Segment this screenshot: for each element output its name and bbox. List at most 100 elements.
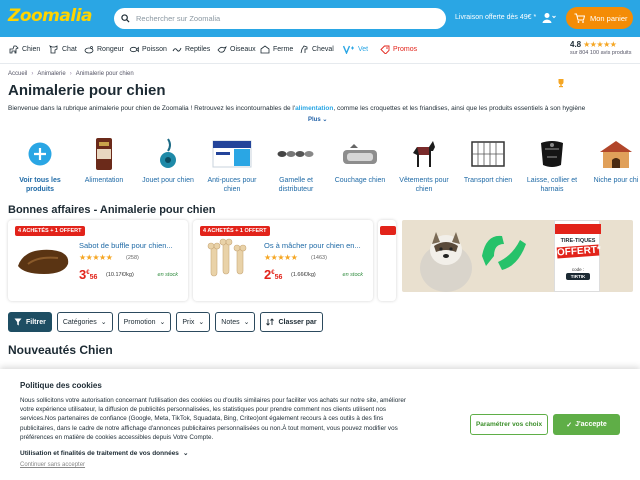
category-label: Alimentation bbox=[84, 177, 124, 184]
nav-label: Chat bbox=[62, 46, 77, 53]
breadcrumb-item[interactable]: Accueil bbox=[8, 71, 27, 77]
promotion-dropdown[interactable]: Promotion ⌄ bbox=[117, 312, 172, 332]
filter-button[interactable]: Filtrer bbox=[8, 312, 52, 332]
site-rating[interactable]: 4.8 ★★★★★ sur 804 100 avis produits bbox=[556, 40, 640, 56]
dog-toy-image bbox=[160, 138, 176, 168]
category-vetements[interactable]: Vêtements pour chien bbox=[395, 136, 453, 194]
nav-item-chat[interactable]: Chat bbox=[49, 45, 77, 54]
chevron-down-icon: ⌄ bbox=[198, 319, 205, 326]
category-couchage[interactable]: Couchage chien bbox=[331, 136, 389, 185]
deal-stars: ★★★★★ bbox=[79, 253, 113, 262]
breadcrumb-separator: › bbox=[31, 71, 34, 77]
kibble-bag-image bbox=[96, 138, 112, 170]
category-label: Vêtements pour chien bbox=[399, 177, 449, 193]
category-transport[interactable]: Transport chien bbox=[459, 136, 517, 185]
category-gamelle[interactable]: Gamelle et distributeur bbox=[267, 136, 325, 194]
deals-title: Bonnes affaires - Animalerie pour chien bbox=[8, 204, 216, 216]
nav-item-oiseaux[interactable]: Oiseaux bbox=[217, 45, 256, 54]
deal-stars: ★★★★★ bbox=[264, 253, 298, 262]
nav-label: Vet bbox=[358, 46, 369, 53]
category-all-products[interactable]: Voir tous les produits bbox=[11, 136, 69, 194]
category-alimentation[interactable]: Alimentation bbox=[75, 136, 133, 185]
deal-card[interactable]: 4 ACHETÉS + 1 OFFERT Sabot de buffle pou… bbox=[8, 220, 188, 301]
new-products-title: Nouveautés Chien bbox=[8, 343, 113, 357]
category-niche[interactable]: Niche pour chi bbox=[587, 136, 640, 185]
intro-link[interactable]: alimentation bbox=[295, 105, 333, 112]
user-icon[interactable] bbox=[542, 12, 556, 24]
nav-item-ferme[interactable]: Ferme bbox=[260, 45, 293, 54]
cookie-title: Politique des cookies bbox=[20, 381, 102, 390]
cookie-text: Nous sollicitons votre autorisation conc… bbox=[20, 397, 406, 441]
category-laisse[interactable]: Laisse, collier et harnais bbox=[523, 136, 581, 194]
nav-item-vet[interactable]: Vet bbox=[342, 45, 369, 55]
deal-product-name[interactable]: Sabot de buffle pour chien... bbox=[79, 241, 173, 250]
plus-circle-icon bbox=[28, 142, 52, 166]
chevron-down-icon: ⌄ bbox=[182, 450, 189, 457]
category-label: Voir tous les produits bbox=[19, 177, 61, 193]
cart-button[interactable]: Mon panier bbox=[566, 7, 633, 29]
nav-label: Oiseaux bbox=[230, 46, 256, 53]
category-label: Niche pour chi bbox=[593, 177, 639, 184]
filter-icon bbox=[14, 318, 22, 326]
accept-label: J'accepte bbox=[575, 421, 607, 428]
breadcrumb-item[interactable]: Animalerie bbox=[37, 71, 65, 77]
ad-offer: OFFERT* bbox=[556, 244, 602, 259]
nav-label: Poisson bbox=[142, 46, 167, 53]
tick-tool-image bbox=[482, 235, 526, 270]
deal-unit-price: (10.17€/kg) bbox=[106, 272, 134, 278]
deal-review-count: (1463) bbox=[311, 255, 327, 261]
price-dropdown[interactable]: Prix ⌄ bbox=[176, 312, 211, 332]
cookie-usage-toggle[interactable]: Utilisation et finalités de traitement d… bbox=[20, 449, 189, 458]
category-anti-puces[interactable]: Anti-puces pour chien bbox=[203, 136, 261, 194]
chevron-down-icon: ⌄ bbox=[159, 319, 166, 326]
filter-bar: Filtrer Catégories ⌄ Promotion ⌄ Prix ⌄ Not… bbox=[8, 312, 323, 332]
nav-item-cheval[interactable]: Cheval bbox=[299, 45, 334, 54]
nav-item-rongeur[interactable]: Rongeur bbox=[84, 45, 124, 54]
promo-banner[interactable]: TIRE-TIQUES OFFERT* code : TIRTIK bbox=[402, 220, 633, 292]
top-header: Zoomalia Livraison offerte dès 49€ * Mon… bbox=[0, 0, 640, 37]
cookie-settings-button[interactable]: Paramétrer vos choix bbox=[470, 414, 548, 435]
dog-bowl-image bbox=[277, 151, 314, 157]
nav-label: Ferme bbox=[273, 46, 294, 53]
zoomalia-logo[interactable]: Zoomalia bbox=[8, 6, 93, 26]
chevron-down-icon: ⌄ bbox=[243, 319, 250, 326]
categories-dropdown[interactable]: Catégories ⌄ bbox=[56, 312, 113, 332]
cookie-banner: Politique des cookies Nous sollicitons v… bbox=[0, 369, 640, 480]
rating-score: 4.8 bbox=[570, 40, 582, 49]
ad-title: TIRE-TIQUES bbox=[560, 238, 596, 244]
rating-count: sur 804 100 avis produits bbox=[570, 50, 632, 56]
continue-without-accepting-link[interactable]: Continuer sans accepter bbox=[20, 462, 85, 468]
nav-item-chien[interactable]: Chien bbox=[9, 45, 40, 54]
chevron-down-icon: ⌄ bbox=[100, 319, 107, 326]
category-label: Jouet pour chien bbox=[142, 177, 194, 184]
dog-harness-image bbox=[541, 141, 563, 167]
deal-card-partial[interactable] bbox=[378, 220, 396, 301]
cat-icon bbox=[49, 45, 59, 54]
promo-icon bbox=[380, 45, 390, 55]
deal-card[interactable]: 4 ACHETÉS + 1 OFFERT Os à mâcher pour ch… bbox=[193, 220, 373, 301]
nav-item-promos[interactable]: Promos bbox=[380, 45, 417, 55]
delivery-info[interactable]: Livraison offerte dès 49€ * bbox=[455, 14, 536, 21]
usage-label: Utilisation et finalités de traitement d… bbox=[20, 449, 179, 457]
cart-icon bbox=[574, 13, 585, 23]
ad-code-label: code : bbox=[571, 267, 585, 272]
category-label: Transport chien bbox=[463, 177, 513, 184]
ad-product-pack: TIRE-TIQUES OFFERT* code : TIRTIK bbox=[554, 220, 602, 292]
search-input[interactable] bbox=[136, 14, 426, 23]
buffalo-hoof-image bbox=[18, 249, 69, 274]
accept-cookies-button[interactable]: ✓ J'accepte bbox=[553, 414, 620, 435]
deal-unit-price: (1.66€/kg) bbox=[291, 272, 316, 278]
dog-house-image bbox=[600, 141, 632, 168]
notes-dropdown[interactable]: Notes ⌄ bbox=[215, 312, 256, 332]
sort-button[interactable]: Classer par bbox=[260, 312, 323, 332]
breadcrumb-item-current: Animalerie pour chien bbox=[75, 71, 134, 77]
intro-text: Bienvenue dans la rubrique animalerie po… bbox=[8, 105, 638, 112]
pack-header bbox=[555, 224, 601, 234]
search-bar[interactable] bbox=[114, 8, 446, 29]
intro-part: Bienvenue dans la rubrique animalerie po… bbox=[8, 105, 296, 112]
deal-product-name[interactable]: Os à mâcher pour chien en... bbox=[264, 241, 361, 250]
nav-item-reptiles[interactable]: Reptiles bbox=[172, 45, 210, 54]
plus-toggle[interactable]: Plus ⌄ bbox=[308, 116, 327, 123]
category-jouet[interactable]: Jouet pour chien bbox=[139, 136, 197, 185]
nav-item-poisson[interactable]: Poisson bbox=[129, 45, 167, 54]
